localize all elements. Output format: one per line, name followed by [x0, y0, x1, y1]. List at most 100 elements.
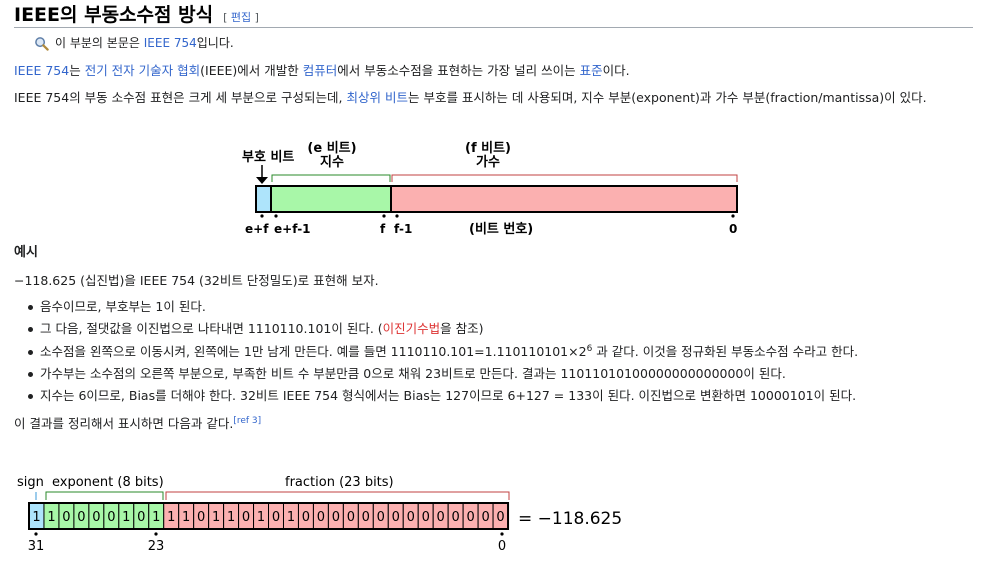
list-item: 가수부는 소수점의 오른쪽 부분으로, 부족한 비트 수 부분만큼 0으로 채워…: [26, 364, 973, 383]
link-standard[interactable]: 표준: [580, 63, 603, 78]
edit-section: [ 편집 ]: [223, 9, 259, 26]
bit-value: 0: [92, 510, 100, 525]
bit-value: 0: [377, 510, 385, 525]
bit-value: 1: [152, 510, 160, 525]
bit-value: 0: [62, 510, 70, 525]
tick-label-f: f: [380, 222, 386, 236]
magnifier-icon: [35, 36, 49, 51]
bit-value: 0: [317, 510, 325, 525]
bit-value: 0: [137, 510, 145, 525]
step-text: 을 참조): [440, 321, 484, 337]
bit-value: 0: [452, 510, 460, 525]
tick-dot: [395, 214, 399, 218]
bit-value: 0: [302, 510, 310, 525]
bit-value: 1: [257, 510, 265, 525]
edit-link[interactable]: 편집: [231, 11, 251, 24]
bit-value: 0: [77, 510, 85, 525]
bit-value: 0: [422, 510, 430, 525]
fraction-bracket: [391, 174, 738, 182]
text: 에서 부동소수점을 표현하는 가장 널리 쓰이는: [337, 62, 580, 78]
link-ieee[interactable]: 전기 전자 기술자 협회: [85, 63, 200, 78]
hatnote-suffix: 입니다.: [196, 36, 234, 50]
text: 는: [69, 62, 85, 78]
bit-value: 1: [47, 510, 55, 525]
tick-label-31: 31: [28, 539, 45, 554]
exponent-bracket: [45, 491, 164, 500]
bit-value: 1: [182, 510, 190, 525]
step-text: 그 다음, 절댓값을 이진법으로 나타내면 1110110.101이 된다. (: [40, 321, 383, 337]
tick-label-f1: f-1: [394, 222, 412, 236]
fraction-bits-label: (f 비트): [465, 141, 511, 156]
sign-arrow-icon: [256, 177, 268, 184]
exponent-field: [270, 185, 392, 213]
sign-field: [255, 185, 272, 213]
bit-value: 0: [392, 510, 400, 525]
text: 이다.: [602, 62, 630, 78]
bit-value: 0: [347, 510, 355, 525]
bit-value: 1: [227, 510, 235, 525]
bit-value: 1: [32, 510, 40, 525]
bit-value: 0: [332, 510, 340, 525]
tick-dot: [274, 214, 278, 218]
exponent-label: 지수: [320, 155, 344, 170]
list-item: 소수점을 왼쪽으로 이동시켜, 왼쪽에는 1만 남게 만든다. 예를 들면 11…: [26, 342, 973, 361]
fraction-label: fraction (23 bits): [285, 475, 394, 490]
bit-value: 0: [197, 510, 205, 525]
bit-value: 0: [437, 510, 445, 525]
step-text: 지수는 6이므로, Bias를 더해야 한다. 32비트 IEEE 754 형식…: [40, 388, 857, 404]
list-item: 그 다음, 절댓값을 이진법으로 나타내면 1110110.101이 된다. (…: [26, 319, 973, 338]
ref-link[interactable]: [ref 3]: [233, 416, 261, 426]
section-title: IEEE의 부동소수점 방식: [14, 4, 214, 26]
hatnote-prefix: 이 부분의 본문은: [55, 36, 144, 50]
tick-label-0: 0: [498, 539, 506, 554]
result-value: = −118.625: [518, 509, 622, 529]
bit-value: 0: [362, 510, 370, 525]
bit-value: 0: [242, 510, 250, 525]
hatnote-link[interactable]: IEEE 754: [144, 36, 197, 50]
article-content: IEEE의 부동소수점 방식 [ 편집 ] 이 부분의 본문은 IEEE 754…: [0, 0, 995, 566]
link-ieee754[interactable]: IEEE 754: [14, 63, 69, 78]
tick-dot: [382, 214, 386, 218]
text: (IEEE)에서 개발한: [200, 62, 303, 78]
tick-label-ef1: e+f-1: [274, 222, 311, 236]
paragraph-structure: IEEE 754의 부동 소수점 표현은 크게 세 부분으로 구성되는데, 최상…: [14, 88, 973, 107]
fraction-label: 가수: [476, 155, 500, 170]
example-intro: −118.625 (십진법)을 IEEE 754 (32비트 단정밀도)로 표현…: [14, 273, 379, 289]
hatnote: 이 부분의 본문은 IEEE 754입니다.: [34, 34, 973, 53]
exponent-bracket: [271, 174, 391, 182]
tick-label-ef: e+f: [245, 222, 269, 236]
bit-number-label: (비트 번호): [469, 222, 533, 237]
step-text: 음수이므로, 부호부는 1이 된다.: [40, 298, 206, 314]
step-text: 소수점을 왼쪽으로 이동시켜, 왼쪽에는 1만 남게 만든다. 예를 들면 11…: [40, 343, 587, 359]
list-item: 지수는 6이므로, Bias를 더해야 한다. 32비트 IEEE 754 형식…: [26, 386, 973, 405]
exponent-bits-label: (e 비트): [307, 141, 356, 156]
bit-cells: 11000010111011010100000000000000: [28, 502, 510, 530]
float-layout-diagram: 부호 비트 (e 비트) 지수 (f 비트) 가수 e+f e+f-1 f f-…: [242, 141, 738, 237]
sign-bit-label: 부호 비트: [242, 150, 294, 165]
text: IEEE 754의 부동 소수점 표현은 크게 세 부분으로 구성되는데,: [14, 89, 347, 105]
text: 는 부호를 표시하는 데 사용되며, 지수 부분(exponent)과 가수 부…: [407, 89, 927, 105]
bit-value: 0: [107, 510, 115, 525]
example-title: 예시: [14, 245, 38, 261]
tick-label-23: 23: [148, 539, 165, 554]
bit-value: 0: [466, 510, 474, 525]
example-bits-diagram: sign exponent (8 bits) fraction (23 bits…: [17, 475, 622, 554]
step-text: 가수부는 소수점의 오른쪽 부분으로, 부족한 비트 수 부분만큼 0으로 채워…: [40, 365, 786, 381]
bit-value: 1: [122, 510, 130, 525]
bit-value: 1: [287, 510, 295, 525]
bit-value: 0: [272, 510, 280, 525]
paragraph-intro: IEEE 754는 전기 전자 기술자 협회(IEEE)에서 개발한 컴퓨터에서…: [14, 61, 973, 80]
tick-dot: [500, 532, 504, 536]
section-heading: IEEE의 부동소수점 방식 [ 편집 ]: [14, 0, 973, 28]
bit-value: 0: [407, 510, 415, 525]
link-binary-notation[interactable]: 이진기수법: [383, 321, 441, 336]
link-computer[interactable]: 컴퓨터: [303, 63, 338, 78]
bit-value: 0: [481, 510, 489, 525]
link-msb[interactable]: 최상위 비트: [346, 90, 407, 105]
bit-value: 1: [212, 510, 220, 525]
bit-value: 0: [496, 510, 504, 525]
exponent-label: exponent (8 bits): [52, 475, 164, 490]
bit-value: 1: [167, 510, 175, 525]
step-text: 과 같다. 이것을 정규화된 부동소수점 수라고 한다.: [592, 343, 859, 359]
summary: 이 결과를 정리해서 표시하면 다음과 같다.: [14, 415, 234, 431]
